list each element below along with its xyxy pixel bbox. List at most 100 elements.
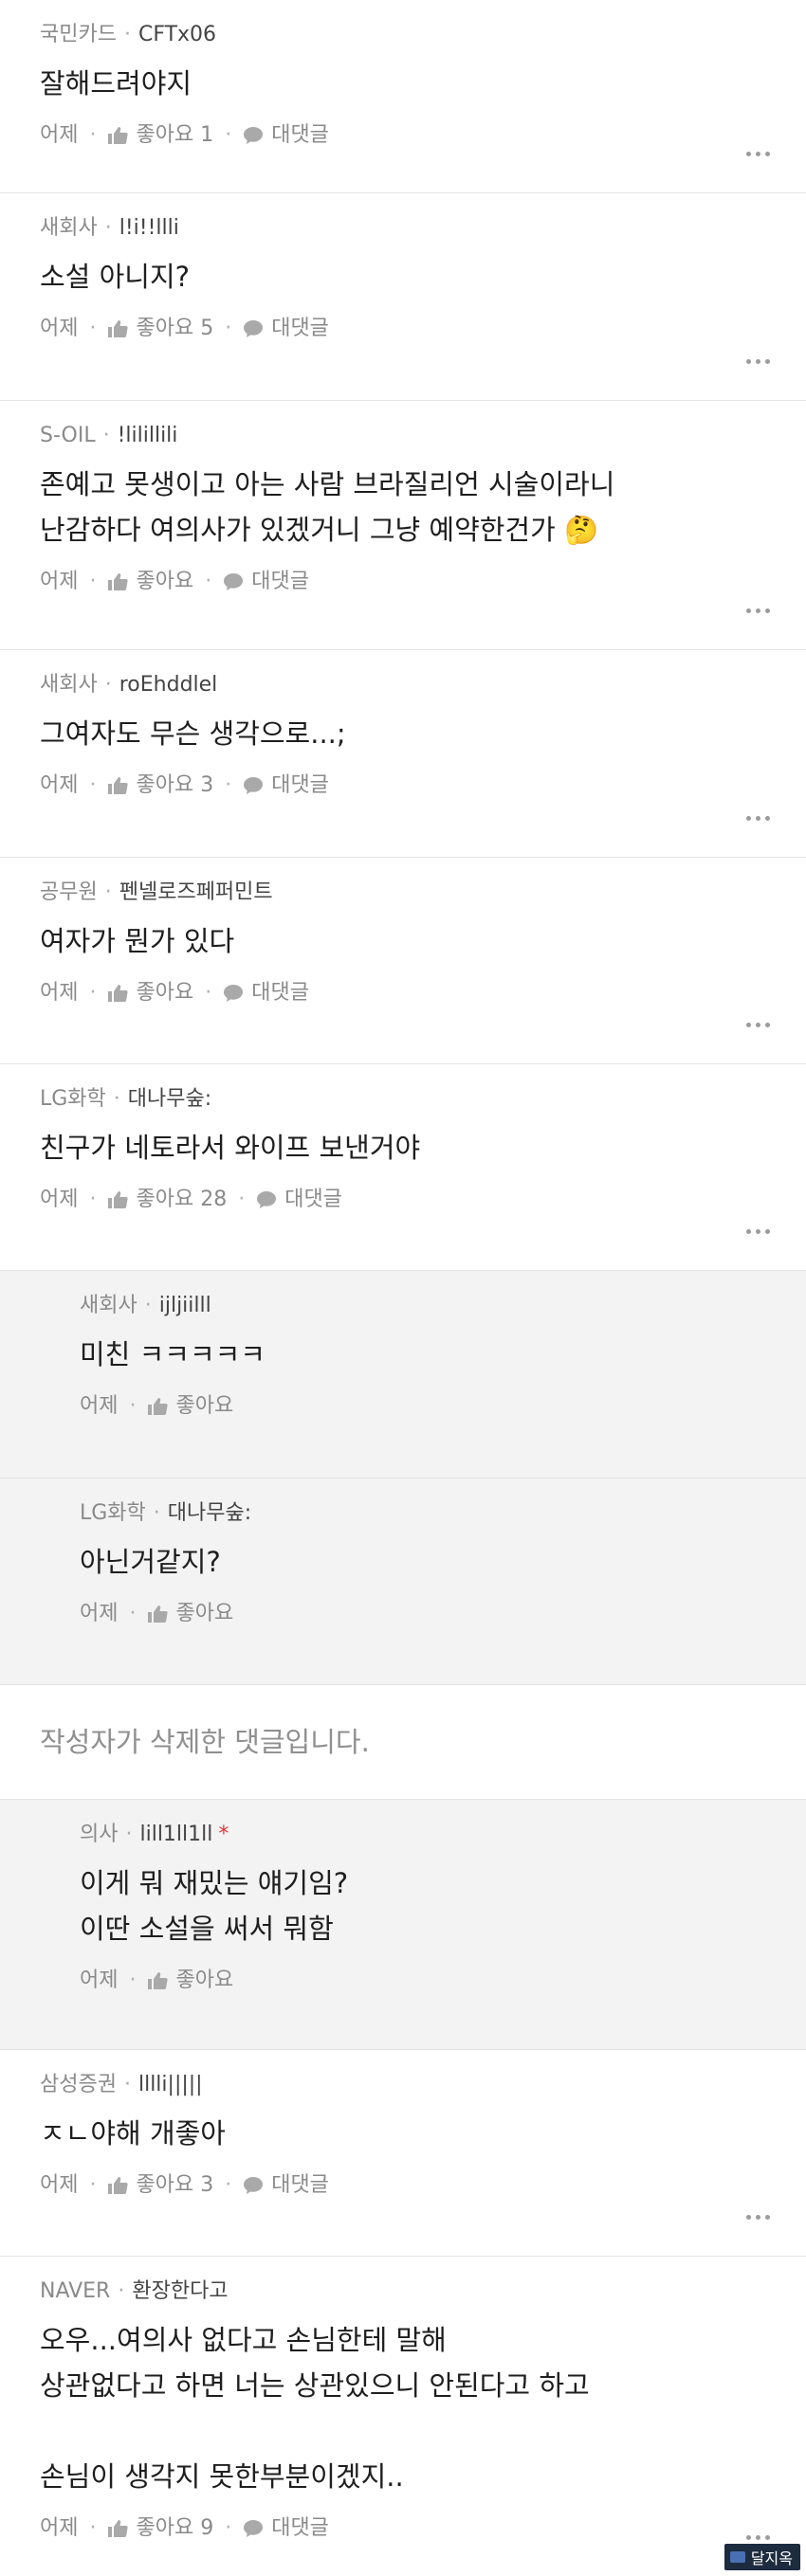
nickname[interactable]: 대나무숲: [128,1087,211,1111]
speech-bubble-icon[interactable] [243,2176,264,2195]
comment-body: 아닌거같지? [80,1539,766,1585]
comment-text: 난감하다 여의사가 있겠거니 그냥 예약한건가 🤔 [40,514,599,546]
like-button[interactable]: 좋아요 9 [136,2513,213,2545]
reply-button[interactable]: 대댓글 [271,313,329,345]
speech-bubble-icon[interactable] [243,2519,264,2538]
like-button[interactable]: 좋아요 3 [136,770,213,802]
nickname[interactable]: !lilillili [118,424,178,447]
speech-bubble-icon[interactable] [256,1190,277,1209]
speech-bubble-icon[interactable] [243,319,264,338]
comment-text: 미친 ㅋㅋㅋㅋㅋ [80,1338,266,1370]
more-options-icon[interactable] [746,1023,770,1027]
thumbs-up-icon[interactable] [147,1605,169,1624]
thumbs-up-icon[interactable] [107,319,129,338]
comment-actions: 어제 · 좋아요 · 대댓글 [40,566,766,598]
more-options-icon[interactable] [746,152,770,156]
company-label: S-OIL [40,424,96,447]
reply-button[interactable]: 대댓글 [251,566,309,598]
deleted-comment-notice: 작성자가 삭제한 댓글입니다. [40,1726,370,1758]
thumbs-up-icon[interactable] [147,1397,169,1416]
comment-meta: 새회사 · roEhddlel [40,673,218,697]
comment-actions: 어제 · 좋아요 9 · 대댓글 [40,2513,766,2545]
like-button[interactable]: 좋아요 1 [136,119,213,152]
comment-item: S-OIL · !lilillili 존예고 못생이고 아는 사람 브라질리언 시술… [0,401,806,650]
company-label: 의사 [80,1823,119,1846]
reply-button[interactable]: 대댓글 [271,119,329,152]
like-button[interactable]: 좋아요 [175,1965,233,1997]
more-options-icon[interactable] [746,608,770,613]
nickname[interactable]: lllli||||| [138,2073,203,2096]
watermark-icon [729,2551,745,2563]
comment-meta: NAVER · 환장한다고 [40,2279,229,2303]
comment-meta: 새회사 · l!i!!llli [40,216,179,240]
comment-item: 새회사 · roEhddlel 그여자도 무슨 생각으로...; 어제 · 좋아요 … [0,650,806,858]
nickname[interactable]: l!i!!llli [119,216,179,240]
reply-button[interactable]: 대댓글 [271,2169,329,2202]
nickname[interactable]: 환장한다고 [132,2279,228,2303]
time-label: 어제 [80,1968,119,1992]
comment-body: ㅈㄴ야해 개좋아 [40,2111,766,2156]
company-label: LG화학 [80,1501,146,1525]
speech-bubble-icon[interactable] [223,984,244,1003]
time-label: 어제 [40,1188,79,1211]
more-options-icon[interactable] [746,359,770,364]
thumbs-up-icon[interactable] [107,2519,129,2538]
more-options-icon[interactable] [746,2535,770,2540]
thumbs-up-icon[interactable] [107,126,129,145]
comment-text: 친구가 네토라서 와이프 보낸거야 [40,1132,421,1164]
company-label: 국민카드 [40,23,117,46]
nickname[interactable]: roEhddlel [119,673,218,697]
reply-button[interactable]: 대댓글 [271,770,329,802]
comment-text: 존예고 못생이고 아는 사람 브라질리언 시술이라니 [40,468,615,500]
like-button[interactable]: 좋아요 [136,566,193,598]
like-button[interactable]: 좋아요 5 [136,313,213,345]
time-label: 어제 [80,1394,119,1418]
speech-bubble-icon[interactable] [243,126,264,145]
comment-text: 소설 아니지? [40,261,191,293]
comment-actions: 어제 · 좋아요 [80,1598,766,1630]
comment-meta: 새회사 · ijljiilll [80,1294,211,1317]
nickname[interactable]: CFTx06 [138,23,216,46]
comment-text: 오우...여의사 없다고 손님한테 말해 [40,2324,447,2356]
thumbs-up-icon[interactable] [107,984,129,1003]
thumbs-up-icon[interactable] [107,1190,129,1209]
thumbs-up-icon[interactable] [107,776,129,795]
like-button[interactable]: 좋아요 28 [136,1184,227,1216]
comment-text: 여자가 뭔가 있다 [40,925,235,957]
like-button[interactable]: 좋아요 [175,1598,233,1630]
reply-button[interactable]: 대댓글 [284,1184,342,1216]
reply-button[interactable]: 대댓글 [251,977,309,1009]
reply-button[interactable]: 대댓글 [271,2513,329,2545]
comment-actions: 어제 · 좋아요 3 · 대댓글 [40,770,766,802]
nickname[interactable]: 펜넬로즈페퍼민트 [119,880,273,904]
more-options-icon[interactable] [746,1229,770,1234]
thumbs-up-icon[interactable] [107,2176,129,2195]
like-button[interactable]: 좋아요 [175,1390,233,1423]
more-options-icon[interactable] [746,816,770,821]
comment-body: 이게 뭐 재밌는 얘기임? 이딴 소설을 써서 뭐함 [80,1860,766,1951]
speech-bubble-icon[interactable] [243,776,264,795]
reply-item: 의사 · lill1ll1ll * 이게 뭐 재밌는 얘기임? 이딴 소설을 써서 뭐… [0,1800,806,2050]
comment-text: 이게 뭐 재밌는 얘기임? [80,1867,349,1899]
comment-meta: S-OIL · !lilillili [40,424,178,447]
comment-text: 잘해드려야지 [40,67,192,100]
comment-meta: 의사 · lill1ll1ll * [80,1823,229,1846]
nickname[interactable]: lill1ll1ll [139,1823,212,1846]
like-button[interactable]: 좋아요 3 [136,2169,213,2202]
comment-actions: 어제 · 좋아요 3 · 대댓글 [40,2169,766,2202]
like-button[interactable]: 좋아요 [136,977,193,1009]
comment-text: 그여자도 무슨 생각으로...; [40,717,346,750]
more-options-icon[interactable] [746,2215,770,2220]
nickname[interactable]: ijljiilll [159,1294,211,1317]
thumbs-up-icon[interactable] [147,1971,169,1990]
time-label: 어제 [40,981,79,1005]
comment-text: ㅈㄴ야해 개좋아 [40,2117,226,2150]
thumbs-up-icon[interactable] [107,572,129,591]
nickname[interactable]: 대나무숲: [168,1501,251,1525]
comment-body: 잘해드려야지 [40,61,766,106]
comment-actions: 어제 · 좋아요 [80,1965,766,1997]
time-label: 어제 [40,317,79,340]
company-label: 삼성증권 [40,2073,117,2096]
comment-meta: 공무원 · 펜넬로즈페퍼민트 [40,880,273,904]
speech-bubble-icon[interactable] [223,572,244,591]
